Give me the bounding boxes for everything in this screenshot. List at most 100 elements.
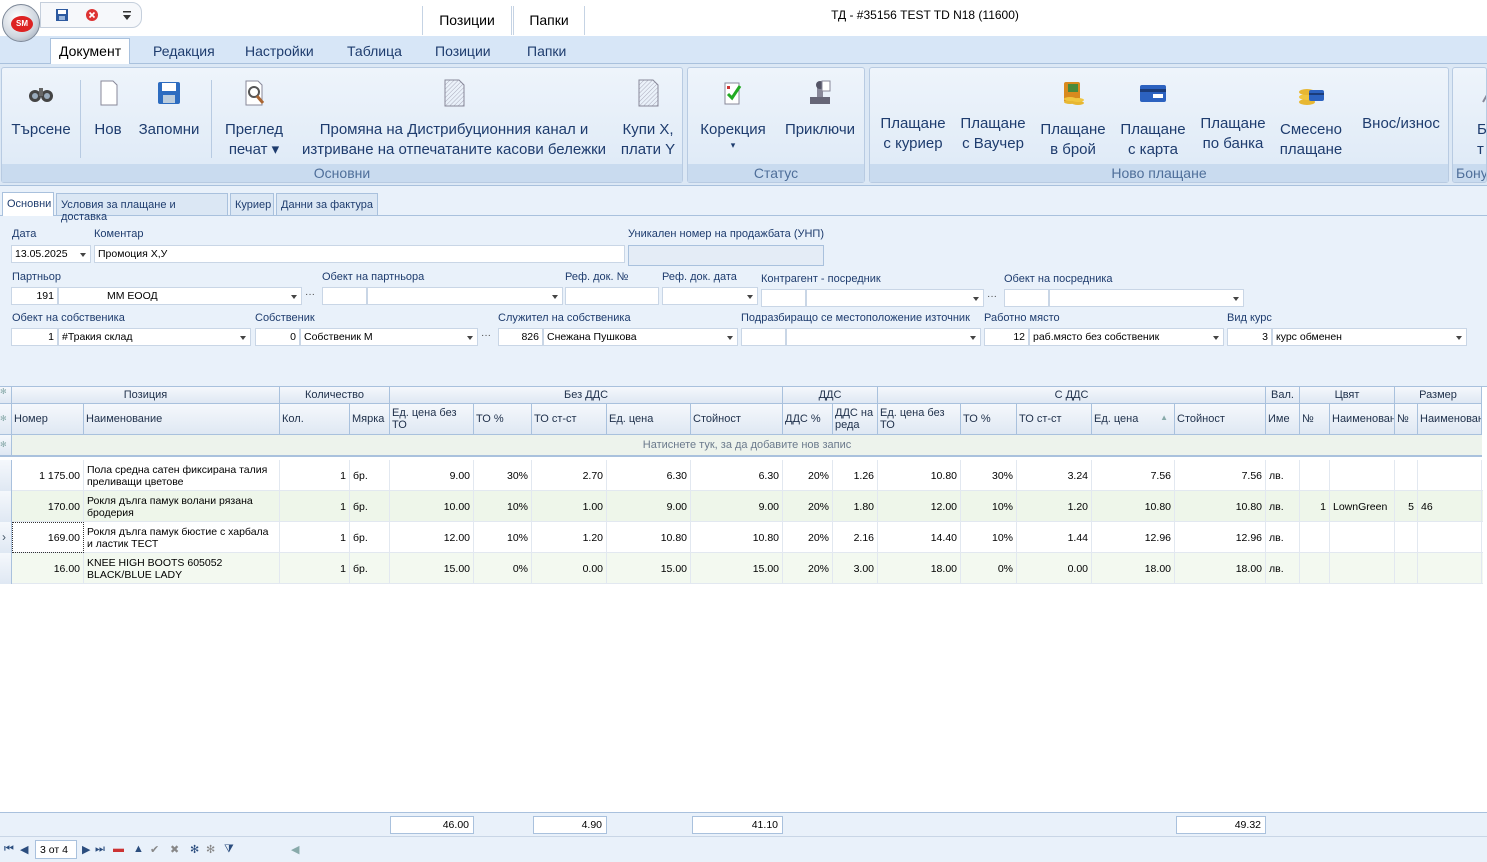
mixed-payment-button[interactable]: Смесено плащане (1276, 78, 1346, 160)
finish-button[interactable]: Приключи (780, 78, 860, 140)
column-header-disc-pct-vat[interactable]: ТО % (961, 404, 1017, 435)
cell-unit[interactable]: бр. (350, 522, 390, 553)
cell-unit-price[interactable]: 6.30 (607, 460, 691, 491)
cell-disc-pct[interactable]: 10% (474, 522, 532, 553)
cell-name[interactable]: Рокля дълга памук бюстие с харбала и лас… (84, 522, 280, 553)
first-record-icon[interactable]: ⏮ (4, 843, 14, 856)
close-icon[interactable] (85, 8, 99, 22)
tab-main[interactable]: Основни (2, 192, 54, 216)
cell-color-name[interactable] (1330, 553, 1395, 584)
cell-number[interactable]: 16.00 (12, 553, 84, 584)
filter-icon[interactable]: ⧩ (224, 843, 234, 856)
tab-courier[interactable]: Куриер (230, 193, 274, 216)
partner-id-field[interactable]: 191 (11, 287, 58, 305)
unp-field[interactable] (628, 245, 824, 266)
ref-date-field[interactable] (662, 287, 758, 305)
cell-size-no[interactable]: 5 (1395, 491, 1418, 522)
cell-value-vat[interactable]: 12.96 (1175, 522, 1266, 553)
tab-positions[interactable]: Позиции (435, 43, 491, 59)
cancel-icon[interactable]: ✖ (170, 843, 179, 856)
chevron-down-icon[interactable] (970, 336, 976, 340)
chevron-down-icon[interactable] (552, 295, 558, 299)
row-indicator[interactable] (0, 553, 12, 584)
intermediary-id-field[interactable] (761, 289, 806, 307)
owner-field[interactable]: Собственик М (300, 328, 478, 346)
cell-disc-val-vat[interactable]: 0.00 (1017, 553, 1092, 584)
cell-size-name[interactable] (1418, 522, 1482, 553)
workplace-field[interactable]: раб.място без собственик (1029, 328, 1224, 346)
ref-doc-field[interactable] (565, 287, 659, 305)
employee-field[interactable]: Снежана Пушкова (543, 328, 738, 346)
bonus-button[interactable]: Б т (1477, 78, 1486, 160)
cell-disc-pct-vat[interactable]: 10% (961, 522, 1017, 553)
cell-name[interactable]: Рокля дълга памук волани рязана бродерия (84, 491, 280, 522)
date-field[interactable]: 13.05.2025 (11, 245, 91, 263)
owner-id-field[interactable]: 0 (255, 328, 300, 346)
owner-object-field[interactable]: #Тракия склад (58, 328, 251, 346)
cell-value[interactable]: 10.80 (691, 522, 783, 553)
cell-size-name[interactable] (1418, 553, 1482, 584)
column-header-price-no-disc[interactable]: Ед. цена без ТО (390, 404, 474, 435)
pay-courier-button[interactable]: Плащане с куриер (876, 78, 950, 154)
correction-button[interactable]: Корекция ▾ (694, 78, 772, 150)
column-chooser-icon[interactable]: ✻ (0, 404, 12, 435)
ellipsis-icon[interactable]: ··· (987, 291, 997, 302)
prev-record-icon[interactable]: ◀ (20, 843, 28, 856)
cell-number[interactable]: 1 175.00 (12, 460, 84, 491)
tab-table[interactable]: Таблица (347, 43, 402, 59)
row-indicator[interactable] (0, 491, 12, 522)
app-menu-button[interactable]: SM (2, 4, 40, 42)
chevron-down-icon[interactable] (727, 336, 733, 340)
cell-currency[interactable]: лв. (1266, 460, 1300, 491)
rate-id-field[interactable]: 3 (1227, 328, 1272, 346)
cell-vat-pct[interactable]: 20% (783, 553, 833, 584)
new-button[interactable]: Нов (88, 78, 128, 140)
buy-x-pay-y-button[interactable]: Купи Х, плати Y (618, 78, 678, 160)
column-header-qty[interactable]: Кол. (280, 404, 350, 435)
cell-unit[interactable]: бр. (350, 553, 390, 584)
column-header-unit[interactable]: Мярка (350, 404, 390, 435)
cell-size-no[interactable] (1395, 460, 1418, 491)
cell-color-no[interactable] (1300, 522, 1330, 553)
comment-field[interactable]: Промоция Х,У (94, 245, 625, 263)
cell-disc-pct-vat[interactable]: 0% (961, 553, 1017, 584)
cell-price-no-disc-vat[interactable]: 18.00 (878, 553, 961, 584)
cell-color-no[interactable] (1300, 460, 1330, 491)
partner-object-id-field[interactable] (322, 287, 367, 305)
cell-unit-price[interactable]: 9.00 (607, 491, 691, 522)
cell-disc-val-vat[interactable]: 3.24 (1017, 460, 1092, 491)
column-header-size-no[interactable]: № (1395, 404, 1418, 435)
cell-vat-pct[interactable]: 20% (783, 522, 833, 553)
chevron-down-icon[interactable] (240, 336, 246, 340)
intermediary-field[interactable] (806, 289, 984, 307)
customize-dropdown-icon[interactable] (123, 11, 131, 21)
chevron-down-icon[interactable] (80, 253, 86, 257)
cell-size-name[interactable] (1418, 460, 1482, 491)
cell-unit[interactable]: бр. (350, 460, 390, 491)
chevron-down-icon[interactable] (1456, 336, 1462, 340)
intermediary-object-id-field[interactable] (1004, 289, 1049, 307)
cell-value[interactable]: 9.00 (691, 491, 783, 522)
cell-vat-pct[interactable]: 20% (783, 460, 833, 491)
move-up-icon[interactable]: ▲ (133, 843, 144, 855)
cell-color-no[interactable]: 1 (1300, 491, 1330, 522)
cell-price-no-disc-vat[interactable]: 14.40 (878, 522, 961, 553)
cell-currency[interactable]: лв. (1266, 491, 1300, 522)
owner-object-id-field[interactable]: 1 (11, 328, 58, 346)
cell-disc-pct[interactable]: 30% (474, 460, 532, 491)
change-channel-button[interactable]: Промяна на Дистрибуционния канал и изтри… (296, 78, 612, 160)
cell-qty[interactable]: 1 (280, 553, 350, 584)
search-button[interactable]: Търсене (8, 78, 74, 140)
column-header-size-name[interactable]: Наименование (1418, 404, 1482, 435)
cell-vat-row[interactable]: 3.00 (833, 553, 878, 584)
tab-payment-delivery[interactable]: Условия за плащане и доставка (56, 193, 228, 223)
cell-price-no-disc[interactable]: 12.00 (390, 522, 474, 553)
cell-currency[interactable]: лв. (1266, 553, 1300, 584)
pay-voucher-button[interactable]: Плащане с Ваучер (956, 78, 1030, 154)
cell-size-name[interactable]: 46 (1418, 491, 1482, 522)
cell-disc-pct[interactable]: 0% (474, 553, 532, 584)
ellipsis-icon[interactable]: ··· (481, 330, 491, 341)
column-header-disc-pct[interactable]: ТО % (474, 404, 532, 435)
cell-color-name[interactable] (1330, 460, 1395, 491)
column-header-value-vat[interactable]: Стойност (1175, 404, 1266, 435)
